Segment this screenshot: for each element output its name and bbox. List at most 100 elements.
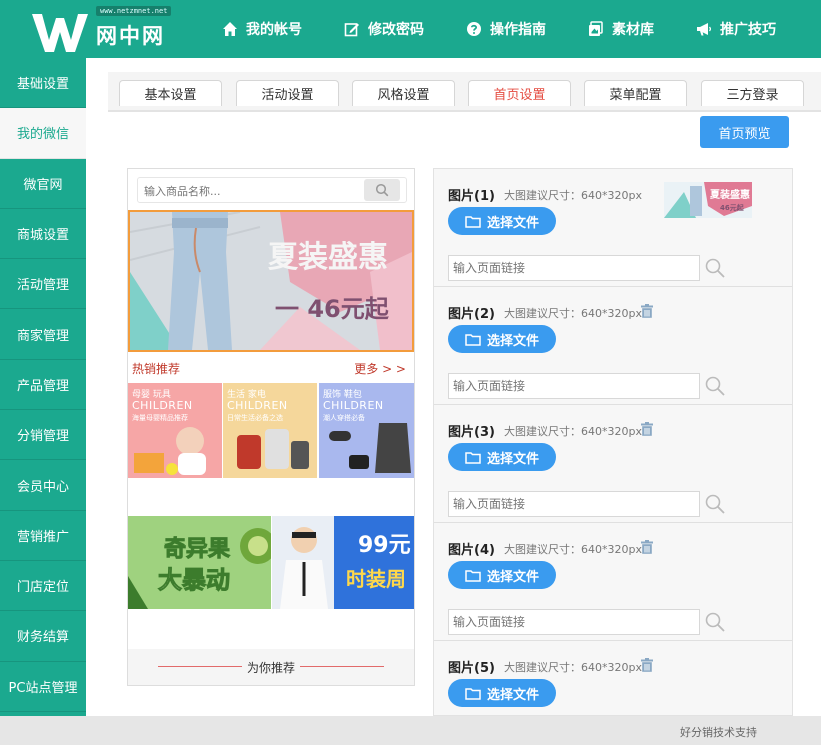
page-link-input[interactable] bbox=[448, 373, 700, 399]
image-slot-1: 图片(1) 大图建议尺寸：640*320px 夏装盛惠 46元起 选择文件 bbox=[434, 169, 792, 287]
promo-left-line1: 奇异果 bbox=[164, 536, 230, 562]
choose-file-button[interactable]: 选择文件 bbox=[448, 561, 556, 589]
logo-w-icon bbox=[32, 14, 88, 52]
page-link-input[interactable] bbox=[448, 609, 700, 635]
nav-label: 修改密码 bbox=[368, 22, 424, 38]
category-tile-appliances[interactable]: 生活 家电 CHILDREN 日常生活必备之选 bbox=[223, 383, 317, 478]
top-nav: 我的帐号 修改密码 操作指南 素材库 推广技巧 bbox=[222, 0, 818, 58]
folder-icon bbox=[589, 21, 603, 36]
logo[interactable]: www.netzmnet.net 网中网 bbox=[30, 6, 180, 54]
thumbnail-image: 夏装盛惠 46元起 bbox=[664, 182, 752, 218]
homepage-preview-button[interactable]: 首页预览 bbox=[700, 116, 789, 148]
sidebar-item-distribution-management[interactable]: 分销管理 bbox=[0, 410, 86, 461]
image-config-panel: 图片(1) 大图建议尺寸：640*320px 夏装盛惠 46元起 选择文件 输入… bbox=[433, 168, 793, 716]
tab-bar: 基本设置 活动设置 风格设置 首页设置 菜单配置 三方登录 bbox=[108, 72, 821, 112]
page-link-input[interactable] bbox=[448, 255, 700, 281]
hot-recommend-label: 热销推荐 bbox=[132, 362, 181, 376]
slot-thumbnail: 夏装盛惠 46元起 bbox=[664, 182, 752, 218]
sidebar-item-merchant-management[interactable]: 商家管理 bbox=[0, 309, 86, 360]
sidebar-item-store-location[interactable]: 门店定位 bbox=[0, 561, 86, 612]
choose-file-label: 选择文件 bbox=[486, 215, 539, 231]
fashion-image bbox=[329, 423, 411, 473]
nav-material-library[interactable]: 素材库 bbox=[588, 0, 654, 58]
sidebar-item-pc-site[interactable]: PC站点管理 bbox=[0, 662, 86, 712]
recommend-label: 为你推荐 bbox=[246, 661, 295, 675]
slot-title: 图片(2) bbox=[448, 307, 495, 322]
slot-size-hint: 大图建议尺寸：640*320px bbox=[504, 543, 642, 556]
trash-icon[interactable] bbox=[640, 422, 654, 436]
search-icon[interactable] bbox=[704, 257, 726, 279]
appliances-image bbox=[237, 429, 309, 469]
tab-menu-config[interactable]: 菜单配置 bbox=[584, 80, 687, 106]
choose-file-button[interactable]: 选择文件 bbox=[448, 679, 556, 707]
folder-icon bbox=[465, 687, 481, 700]
edit-icon bbox=[344, 23, 359, 37]
choose-file-button[interactable]: 选择文件 bbox=[448, 325, 556, 353]
logo-text: 网中网 bbox=[96, 24, 165, 48]
page-link-input[interactable] bbox=[448, 491, 700, 517]
trash-icon[interactable] bbox=[640, 540, 654, 554]
search-icon[interactable] bbox=[704, 611, 726, 633]
home-icon bbox=[223, 22, 237, 36]
thumb-line2: 46元起 bbox=[720, 203, 745, 212]
phone-search-bar bbox=[137, 177, 407, 203]
sidebar-item-basic-settings[interactable]: 基础设置 bbox=[0, 58, 86, 109]
promo-right-line2: 时装周 bbox=[346, 567, 406, 591]
more-link[interactable]: 更多 > > bbox=[354, 360, 406, 377]
image-slot-3: 图片(3) 大图建议尺寸：640*320px 选择文件 bbox=[434, 405, 792, 523]
sidebar-item-finance[interactable]: 财务结算 bbox=[0, 611, 86, 662]
choose-file-button[interactable]: 选择文件 bbox=[448, 443, 556, 471]
main-content: 基本设置 活动设置 风格设置 首页设置 菜单配置 三方登录 首页预览 输入商品名… bbox=[86, 58, 821, 716]
tab-homepage-settings[interactable]: 首页设置 bbox=[468, 80, 571, 106]
logo-url: www.netzmnet.net bbox=[96, 6, 172, 16]
slot-title: 图片(3) bbox=[448, 425, 495, 440]
phone-search-input[interactable] bbox=[144, 182, 364, 200]
sidebar-item-my-wechat[interactable]: 我的微信 bbox=[0, 108, 86, 159]
sidebar: 基础设置 我的微信 微官网 商城设置 活动管理 商家管理 产品管理 分销管理 会… bbox=[0, 58, 86, 716]
choose-file-label: 选择文件 bbox=[486, 569, 539, 585]
page-footer: 好分销技术支持 bbox=[0, 716, 821, 745]
tab-style-settings[interactable]: 风格设置 bbox=[352, 80, 455, 106]
nav-label: 操作指南 bbox=[490, 22, 546, 38]
category-tile-fashion[interactable]: 服饰 鞋包 CHILDREN 潮人穿搭必备 bbox=[319, 383, 414, 478]
nav-guide[interactable]: 操作指南 bbox=[466, 0, 546, 58]
help-circle-icon bbox=[467, 22, 481, 36]
slot-size-hint: 大图建议尺寸：640*320px bbox=[504, 189, 642, 202]
kiwi-promo-image: 奇异果 大暴动 bbox=[128, 516, 271, 609]
tab-basic-settings[interactable]: 基本设置 bbox=[119, 80, 222, 106]
sidebar-item-member-center[interactable]: 会员中心 bbox=[0, 460, 86, 511]
phone-banner[interactable]: 夏装盛惠 一 46元起 bbox=[128, 210, 414, 352]
nav-promotion-tips[interactable]: 推广技巧 bbox=[696, 0, 776, 58]
search-icon[interactable] bbox=[704, 375, 726, 397]
recommend-footer: 为你推荐 bbox=[128, 649, 414, 685]
promo-banner-kiwi[interactable]: 奇异果 大暴动 bbox=[128, 516, 271, 609]
trash-icon[interactable] bbox=[640, 304, 654, 318]
tab-activity-settings[interactable]: 活动设置 bbox=[236, 80, 339, 106]
search-icon[interactable] bbox=[704, 493, 726, 515]
slot-title: 图片(5) bbox=[448, 661, 495, 676]
footer-credit: 好分销技术支持 bbox=[680, 726, 757, 739]
sidebar-item-activity-management[interactable]: 活动管理 bbox=[0, 259, 86, 310]
sidebar-item-product-management[interactable]: 产品管理 bbox=[0, 360, 86, 411]
folder-icon bbox=[465, 333, 481, 346]
sidebar-item-marketing[interactable]: 营销推广 bbox=[0, 511, 86, 561]
sidebar-item-micro-site[interactable]: 微官网 bbox=[0, 159, 86, 209]
slot-size-hint: 大图建议尺寸：640*320px bbox=[504, 661, 642, 674]
promo-banner-fashion-week[interactable]: 99元 时装周 bbox=[272, 516, 414, 609]
tab-third-party-login[interactable]: 三方登录 bbox=[701, 80, 804, 106]
phone-search-button[interactable] bbox=[364, 179, 400, 201]
phone-preview: 夏装盛惠 一 46元起 热销推荐 更多 > > 母婴 玩具 CHILDREN 海… bbox=[127, 168, 415, 686]
folder-icon bbox=[465, 215, 481, 228]
nav-change-password[interactable]: 修改密码 bbox=[344, 0, 424, 58]
nav-label: 推广技巧 bbox=[720, 22, 776, 38]
category-tile-baby[interactable]: 母婴 玩具 CHILDREN 海量母婴精品推荐 bbox=[128, 383, 222, 478]
nav-my-account[interactable]: 我的帐号 bbox=[222, 0, 302, 58]
banner-subtitle: 一 46元起 bbox=[275, 295, 390, 323]
sidebar-item-mall-settings[interactable]: 商城设置 bbox=[0, 209, 86, 260]
trash-icon[interactable] bbox=[640, 658, 654, 672]
search-icon bbox=[375, 183, 389, 197]
megaphone-icon bbox=[697, 23, 711, 36]
slot-size-hint: 大图建议尺寸：640*320px bbox=[504, 307, 642, 320]
choose-file-button[interactable]: 选择文件 bbox=[448, 207, 556, 235]
nav-label: 素材库 bbox=[612, 22, 654, 38]
